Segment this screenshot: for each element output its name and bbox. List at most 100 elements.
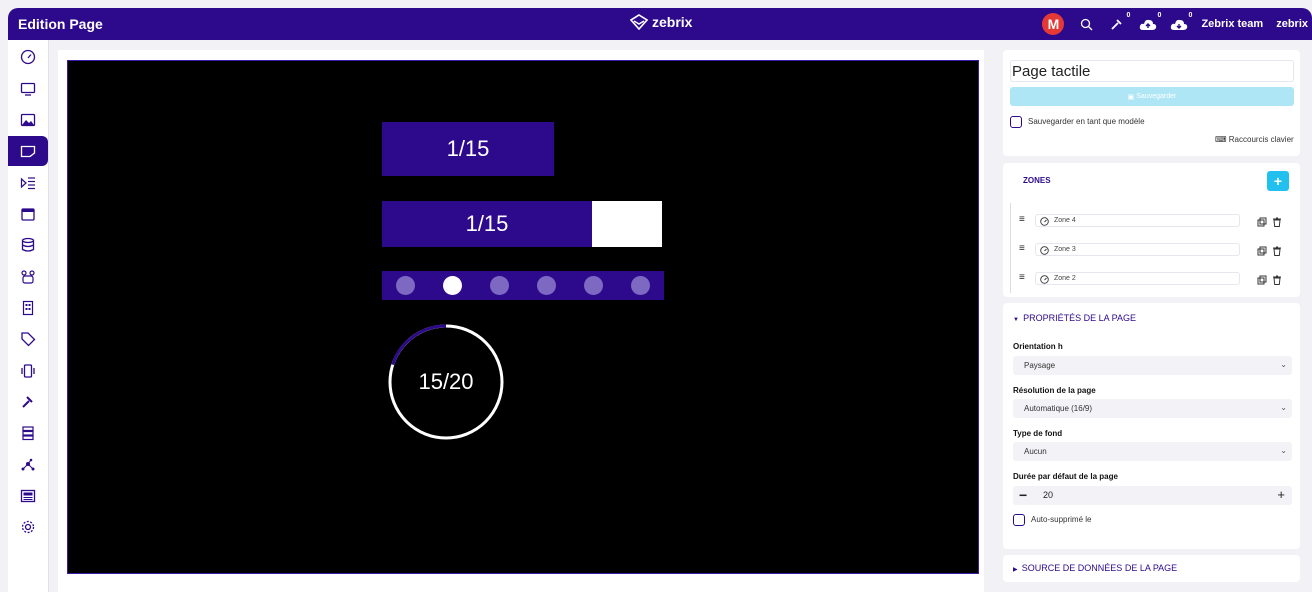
sidebar-item-groups[interactable]: [8, 262, 48, 292]
zone-row[interactable]: ≡ Zone 2: [1019, 272, 1289, 286]
add-zone-button[interactable]: +: [1267, 171, 1289, 191]
chevron-down-icon: ⌄: [1280, 446, 1287, 455]
zebrix-logo-icon: [630, 14, 648, 30]
sidebar-item-media[interactable]: [8, 105, 48, 135]
gauge-icon: [1040, 275, 1049, 284]
sidebar: [8, 40, 49, 592]
cloud-download-notification[interactable]: 0: [1170, 12, 1192, 33]
cloud-upload-notification[interactable]: 0: [1139, 12, 1161, 33]
sidebar-item-tools[interactable]: [8, 387, 48, 417]
sidebar-item-playlists[interactable]: [8, 168, 48, 198]
search-icon[interactable]: [1077, 15, 1095, 33]
save-button[interactable]: ▣ Sauvegarder: [1010, 87, 1294, 106]
pagination-dot[interactable]: [537, 276, 556, 295]
sidebar-item-news[interactable]: [8, 481, 48, 511]
decrement-button[interactable]: −: [1019, 487, 1027, 503]
auto-delete-checkbox[interactable]: [1013, 514, 1025, 526]
duration-label: Durée par défaut de la page: [1013, 472, 1118, 481]
trash-icon[interactable]: [1272, 272, 1282, 290]
page-preview[interactable]: 1/15 1/15 15/20: [67, 60, 979, 574]
server-icon: [22, 426, 34, 441]
orientation-select[interactable]: Paysage ⌄: [1013, 356, 1292, 375]
data-source-section-header[interactable]: ▶ SOURCE DE DONNÉES DE LA PAGE: [1013, 563, 1177, 573]
sidebar-item-tags[interactable]: [8, 324, 48, 354]
dashboard-icon: [20, 49, 36, 65]
page-name-input[interactable]: Page tactile: [1010, 60, 1294, 82]
ring-label: 15/20: [418, 369, 474, 394]
save-template-checkbox[interactable]: [1010, 116, 1022, 128]
sidebar-item-servers[interactable]: [8, 418, 48, 448]
top-right-actions: M 0 0 0 Zebrix team zebrix: [1042, 12, 1308, 36]
playlist-icon: [20, 177, 35, 190]
properties-section-header[interactable]: ▼ PROPRIÉTÉS DE LA PAGE: [1013, 313, 1136, 323]
resolution-label: Résolution de la page: [1013, 386, 1096, 395]
sidebar-item-devices[interactable]: [8, 356, 48, 386]
sidebar-item-buildings[interactable]: [8, 293, 48, 323]
tools-icon: [1111, 19, 1123, 30]
zone-name-field[interactable]: Zone 2: [1035, 272, 1240, 285]
zone-row[interactable]: ≡ Zone 4: [1019, 214, 1289, 228]
cloud-download-icon: [1171, 19, 1188, 30]
pagination-dot[interactable]: [490, 276, 509, 295]
pagination-dot[interactable]: [396, 276, 415, 295]
tag-icon: [21, 332, 36, 347]
orientation-value: Paysage: [1024, 361, 1056, 370]
download-badge: 0: [1188, 12, 1193, 19]
trash-icon[interactable]: [1272, 243, 1282, 261]
news-icon: [20, 489, 36, 503]
sidebar-item-data[interactable]: [8, 230, 48, 260]
duration-stepper: − 20 +: [1013, 486, 1292, 505]
caret-down-icon: ▼: [1013, 317, 1021, 323]
sidebar-item-pages[interactable]: [8, 136, 48, 166]
zone-name-field[interactable]: Zone 3: [1035, 243, 1240, 256]
database-icon: [21, 237, 35, 252]
page-icon: [20, 145, 36, 158]
user-menu[interactable]: zebrix: [1276, 18, 1308, 30]
background-label: Type de fond: [1013, 429, 1063, 438]
background-select[interactable]: Aucun ⌄: [1013, 442, 1292, 461]
duplicate-icon[interactable]: [1257, 272, 1267, 290]
app: Edition Page zebrix M 0 0 0 Zebrix team: [0, 0, 1312, 592]
sidebar-item-network[interactable]: [8, 450, 48, 480]
zone-name: Zone 4: [1054, 217, 1076, 224]
network-icon: [21, 458, 35, 471]
zone-row[interactable]: ≡ Zone 3: [1019, 243, 1289, 257]
avatar[interactable]: M: [1042, 13, 1065, 35]
trash-icon[interactable]: [1272, 214, 1282, 232]
pagination-dots-widget[interactable]: [382, 271, 664, 300]
resolution-select[interactable]: Automatique (16/9) ⌄: [1013, 399, 1292, 418]
pagination-dot[interactable]: [443, 276, 462, 295]
orientation-label: Orientation h: [1013, 342, 1063, 351]
duration-input[interactable]: 20: [1043, 490, 1053, 500]
drag-handle-icon[interactable]: ≡: [1019, 243, 1025, 254]
duplicate-icon[interactable]: [1257, 243, 1267, 261]
save-button-label: Sauvegarder: [1136, 93, 1177, 100]
background-value: Aucun: [1024, 447, 1047, 456]
properties-title: PROPRIÉTÉS DE LA PAGE: [1023, 313, 1136, 323]
drag-handle-icon[interactable]: ≡: [1019, 214, 1025, 225]
brand[interactable]: zebrix: [630, 14, 692, 30]
shortcuts-link[interactable]: ⌨ Raccourcis clavier: [1215, 135, 1294, 144]
tools-notification[interactable]: 0: [1108, 12, 1130, 33]
counter-widget[interactable]: 1/15: [382, 122, 554, 176]
duplicate-icon[interactable]: [1257, 214, 1267, 232]
auto-delete-label: Auto-supprimé le: [1031, 515, 1092, 524]
gauge-icon: [1040, 217, 1049, 226]
sidebar-item-calendar[interactable]: [8, 199, 48, 229]
sidebar-item-settings[interactable]: [8, 512, 48, 542]
increment-button[interactable]: +: [1277, 487, 1285, 502]
sidebar-item-dashboard[interactable]: [8, 42, 48, 72]
zone-name-field[interactable]: Zone 4: [1035, 214, 1240, 227]
drag-handle-icon[interactable]: ≡: [1019, 272, 1025, 283]
calendar-icon: [21, 208, 35, 221]
data-source-panel[interactable]: ▶ SOURCE DE DONNÉES DE LA PAGE: [1003, 555, 1300, 582]
pagination-dot[interactable]: [631, 276, 650, 295]
tools-icon: [22, 396, 33, 408]
team-selector[interactable]: Zebrix team: [1201, 18, 1263, 30]
shortcuts-label: Raccourcis clavier: [1228, 135, 1294, 144]
progress-widget[interactable]: 1/15: [382, 201, 662, 247]
device-icon: [21, 364, 35, 378]
sidebar-item-screens[interactable]: [8, 74, 48, 104]
top-bar: Edition Page zebrix M 0 0 0 Zebrix team: [8, 8, 1312, 40]
pagination-dot[interactable]: [584, 276, 603, 295]
